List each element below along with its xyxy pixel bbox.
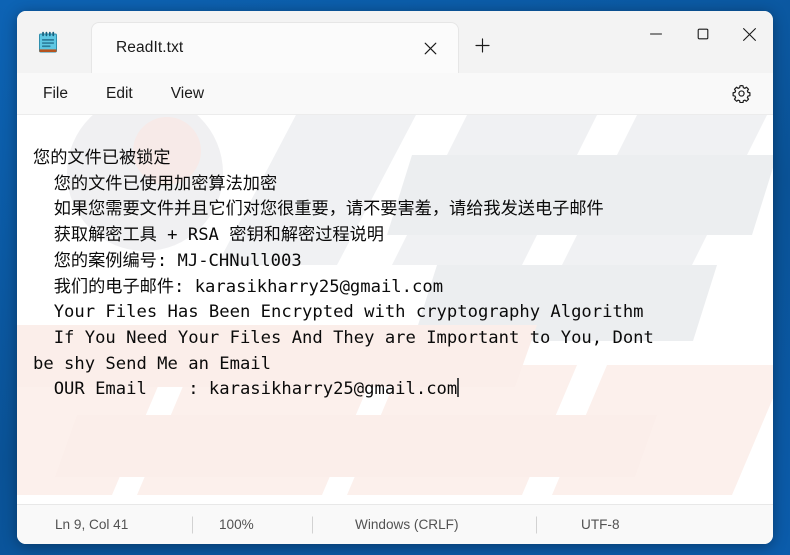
maximize-button[interactable] xyxy=(679,11,726,57)
plus-icon xyxy=(474,37,490,58)
status-encoding-label: UTF-8 xyxy=(581,517,620,532)
status-line-endings[interactable]: Windows (CRLF) xyxy=(313,505,537,544)
caption-button-group xyxy=(632,11,773,57)
close-icon[interactable] xyxy=(416,34,444,62)
status-encoding[interactable]: UTF-8 xyxy=(537,505,620,544)
tab-strip: ReadIt.txt xyxy=(91,22,505,73)
minimize-button[interactable] xyxy=(632,11,679,57)
menu-item-view[interactable]: View xyxy=(159,80,216,108)
text-caret xyxy=(457,378,459,398)
status-bar: Ln 9, Col 41 100% Windows (CRLF) UTF-8 xyxy=(17,504,773,544)
maximize-icon xyxy=(696,27,710,41)
title-bar[interactable]: ReadIt.txt xyxy=(17,11,773,73)
editor-text[interactable]: 您的文件已被锁定 您的文件已使用加密算法加密 如果您需要文件并且它们对您很重要，… xyxy=(17,115,773,504)
menu-bar: File Edit View xyxy=(17,73,773,115)
status-zoom-label: 100% xyxy=(219,517,254,532)
text-editor-area[interactable]: 您的文件已被锁定 您的文件已使用加密算法加密 如果您需要文件并且它们对您很重要，… xyxy=(17,115,773,504)
status-zoom-level[interactable]: 100% xyxy=(193,505,313,544)
new-tab-button[interactable] xyxy=(459,22,505,73)
menu-item-file[interactable]: File xyxy=(31,80,80,108)
menu-item-edit[interactable]: Edit xyxy=(94,80,145,108)
status-cursor-position[interactable]: Ln 9, Col 41 xyxy=(17,505,193,544)
tab-label: ReadIt.txt xyxy=(116,39,184,56)
status-cursor-position-label: Ln 9, Col 41 xyxy=(55,517,129,532)
notepad-window: ReadIt.txt File Edit View 您的文件已被锁定 您的文件已… xyxy=(17,11,773,544)
close-icon xyxy=(742,27,757,42)
gear-icon[interactable] xyxy=(725,78,757,110)
notepad-icon xyxy=(35,30,61,56)
close-button[interactable] xyxy=(726,11,773,57)
minimize-icon xyxy=(649,27,663,41)
tab-readit-txt[interactable]: ReadIt.txt xyxy=(91,22,459,73)
editor-text-content: 您的文件已被锁定 您的文件已使用加密算法加密 如果您需要文件并且它们对您很重要，… xyxy=(33,148,654,400)
status-line-endings-label: Windows (CRLF) xyxy=(355,517,459,532)
